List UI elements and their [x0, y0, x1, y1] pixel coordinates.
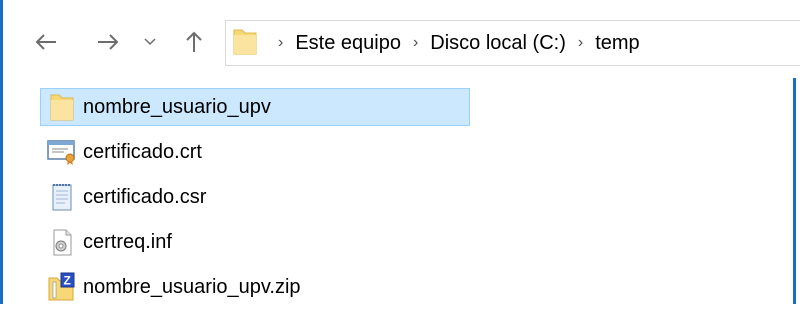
setup-info-icon [45, 227, 79, 257]
file-name: certificado.crt [83, 140, 202, 163]
up-button[interactable] [179, 27, 209, 57]
svg-text:Z: Z [64, 274, 71, 288]
file-name: certreq.inf [83, 230, 172, 253]
file-name: nombre_usuario_upv [83, 95, 271, 118]
arrow-left-icon [35, 33, 57, 51]
file-row-certificado-crt[interactable]: certificado.crt [40, 133, 470, 171]
address-bar[interactable]: › Este equipo › Disco local (C:) › temp [225, 20, 800, 66]
text-document-icon [45, 182, 79, 212]
certificate-icon [45, 137, 79, 167]
arrow-right-icon [97, 33, 119, 51]
chevron-down-icon [144, 38, 156, 46]
file-row-nombre-usuario-upv-zip[interactable]: Z nombre_usuario_upv.zip [40, 268, 470, 306]
file-name: certificado.csr [83, 185, 207, 208]
breadcrumb-disco-local[interactable]: Disco local (C:) [428, 32, 568, 55]
forward-button[interactable] [93, 27, 123, 57]
file-row-certreq-inf[interactable]: certreq.inf [40, 223, 470, 261]
arrow-up-icon [185, 31, 203, 53]
folder-icon [232, 26, 258, 61]
recent-locations-button[interactable] [140, 27, 160, 57]
chevron-right-icon[interactable]: › [578, 34, 583, 52]
breadcrumb-este-equipo[interactable]: Este equipo [293, 32, 403, 55]
back-button[interactable] [31, 27, 61, 57]
zip-archive-icon: Z [45, 272, 79, 302]
file-list: nombre_usuario_upv certificado.crt certi… [40, 88, 470, 313]
file-row-certificado-csr[interactable]: certificado.csr [40, 178, 470, 216]
folder-icon [45, 92, 79, 122]
chevron-right-icon[interactable]: › [413, 34, 418, 52]
chevron-right-icon[interactable]: › [278, 34, 283, 52]
breadcrumb-temp[interactable]: temp [593, 32, 641, 55]
file-row-nombre-usuario-upv-folder[interactable]: nombre_usuario_upv [40, 88, 470, 126]
file-name: nombre_usuario_upv.zip [83, 275, 301, 298]
